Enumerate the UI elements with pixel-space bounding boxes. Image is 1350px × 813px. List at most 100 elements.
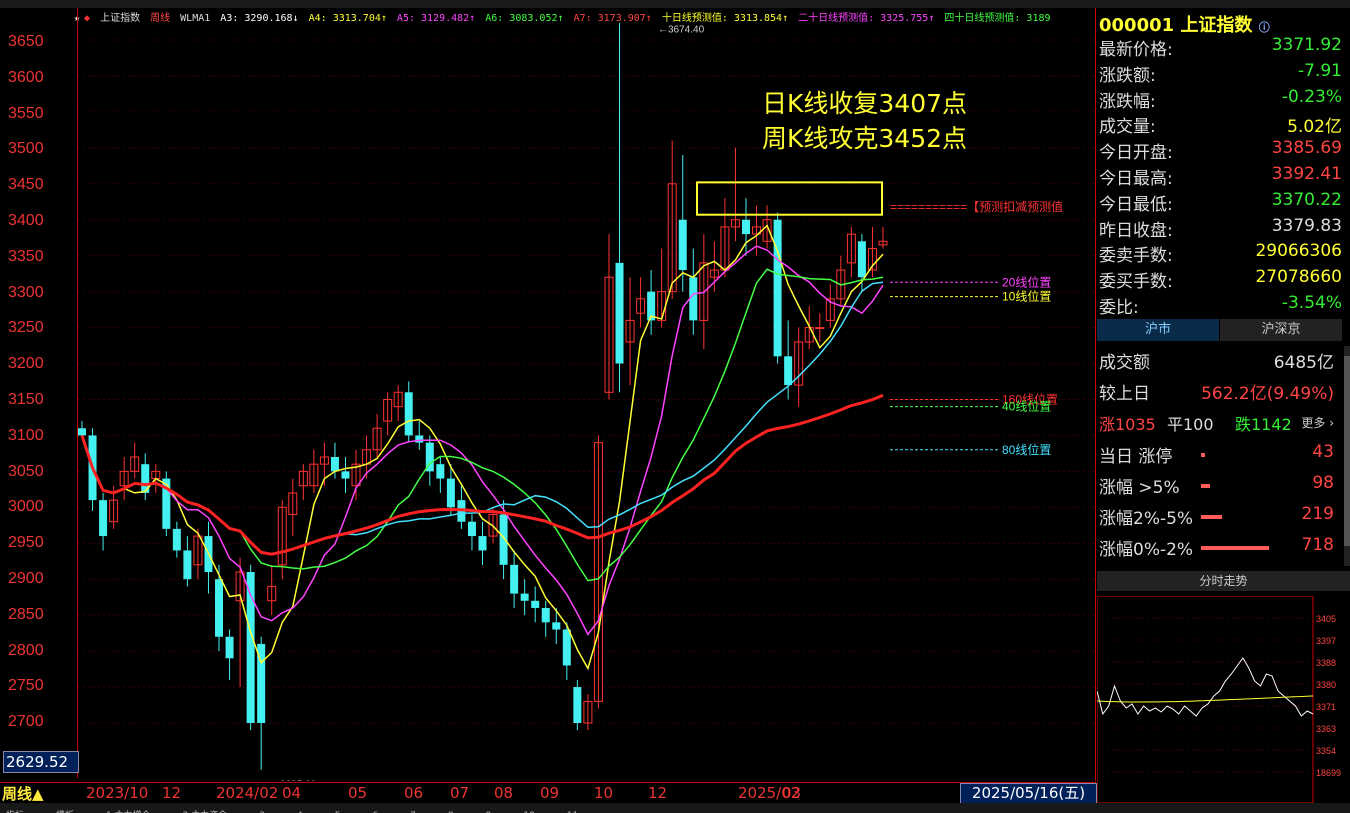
candle-body (78, 428, 86, 436)
stat-label: 涨幅0%-2% (1099, 540, 1194, 560)
quote-value: 3385.69 (1271, 138, 1342, 159)
minute-chart-title[interactable]: 分时走势 (1097, 571, 1350, 591)
quote-label: 最新价格: (1099, 40, 1173, 60)
period-selector[interactable]: 周线▲ (2, 783, 44, 804)
price-axis: 3650 3600 3550 3500 3450 3400 3350 3300 3250 3200… (0, 8, 78, 778)
x-tick-label: 07 (450, 784, 470, 802)
stat-value: 219 (1301, 504, 1334, 524)
top-tab-strip[interactable]: 分时指数创业沪深个股板块指数全部股票自选股关注热点板块行情期货 (0, 0, 1350, 8)
y-tick-label: 2750 (8, 677, 44, 695)
y-tick-label: 2850 (8, 605, 44, 623)
y-tick-label: 2900 (8, 570, 44, 587)
indicator-legend: ★ ◆ 上证指数 周线 WLMA1 A3: 3290.168↓ A4: 3313.… (74, 9, 1055, 24)
quote-row: 今日开盘: 3385.69 (1097, 138, 1342, 164)
candle-body (784, 356, 793, 386)
minute-label: 3380 (1316, 680, 1336, 690)
candle-body (330, 456, 339, 472)
annotation-line1: 日K线收复3407点 (762, 89, 968, 118)
tab-sh[interactable]: 沪市 (1097, 319, 1219, 341)
candle-body (541, 607, 550, 623)
info-icon[interactable]: ⓘ (1259, 21, 1270, 34)
minute-label: 18699 (1316, 768, 1341, 778)
candle-body (478, 536, 487, 551)
candle-body (183, 550, 192, 580)
candle-body (499, 514, 508, 565)
flag-icon[interactable]: ◆ (84, 13, 90, 24)
stat-label: 涨幅2%-5% (1099, 509, 1194, 529)
y-tick-label: 2700 (8, 713, 44, 731)
minute-frame (1096, 595, 1314, 804)
y-tick-label: 3400 (8, 212, 44, 229)
quote-header: 000001 上证指数 ⓘ (1099, 11, 1270, 37)
quote-value: 27078660 (1255, 267, 1342, 288)
x-tick-label: 2023/10 (86, 784, 149, 802)
stat-value: 98 (1312, 473, 1334, 493)
quote-row: 昨日收盘: 3379.83 (1097, 216, 1342, 242)
low-label: ←2635.09 (270, 780, 317, 781)
stat-row: 涨幅0%-2% 718 (1097, 535, 1342, 563)
minute-chart[interactable]: 3405 3397 3388 3380 3371 3363 3354 18699 (1096, 595, 1350, 804)
y-tick-label: 3650 (8, 33, 44, 50)
vs-prev-row: 较上日 562.2亿(9.49%) (1097, 379, 1342, 407)
candle-body (773, 219, 782, 357)
minute-price-line (1096, 657, 1314, 717)
quote-value: -3.54% (1281, 293, 1342, 313)
stat-label: 涨幅 >5% (1099, 478, 1180, 498)
stock-code: 000001 (1099, 15, 1175, 36)
candle-body (415, 435, 424, 443)
down-count: 跌1142 (1235, 415, 1292, 434)
legend-ma10: 十日线预测值: 3313.854↑ (661, 13, 789, 24)
stat-label: 当日 涨停 (1099, 447, 1173, 467)
quote-value: 3392.41 (1271, 164, 1342, 184)
quote-row: 委卖手数: 29066306 (1097, 241, 1342, 267)
legend-period: 周线 (150, 13, 171, 24)
quote-row: 今日最高: 3392.41 (1097, 164, 1342, 190)
x-tick-label: 05 (348, 784, 368, 802)
legend-a3: A3: 3290.168↓ (220, 13, 299, 24)
legend-ma20: 二十日线预测值: 3325.755↑ (798, 13, 935, 24)
axis-min-value: 2629.52 (3, 751, 79, 773)
candle-body (467, 521, 476, 537)
turnover-label: 成交额 (1099, 353, 1150, 373)
quote-row: 最新价格: 3371.92 (1097, 35, 1342, 61)
legend-index: 上证指数 (100, 13, 141, 24)
tab-shsz[interactable]: 沪深京 (1220, 319, 1342, 341)
quote-label: 成交量: (1099, 117, 1156, 138)
candle-body (520, 593, 529, 601)
stat-bar (1201, 515, 1222, 519)
quote-row: 委买手数: 27078660 (1097, 267, 1342, 293)
ma20-position-label: 20线位置 (1002, 274, 1051, 289)
candle-body (436, 464, 445, 479)
y-tick-label: 2800 (8, 641, 44, 659)
minute-label: 3371 (1316, 702, 1336, 712)
candle-body (404, 392, 413, 436)
quote-label: 今日开盘: (1099, 143, 1173, 164)
quote-label: 涨跌幅: (1099, 91, 1156, 112)
stat-bar (1201, 484, 1210, 488)
x-tick-label: 12 (162, 784, 182, 802)
candle-body (531, 600, 540, 608)
stat-value: 43 (1312, 442, 1334, 462)
y-tick-label: 3000 (8, 498, 44, 516)
current-date: 2025/05/16(五) (960, 783, 1097, 804)
quote-row: 委比: -3.54% (1097, 293, 1342, 319)
quote-label: 委买手数: (1099, 272, 1173, 293)
x-tick-label: 09 (540, 784, 560, 802)
x-tick-label: 03 (782, 784, 802, 802)
quote-row: 今日最低: 3370.22 (1097, 190, 1342, 216)
scrollbar-thumb[interactable] (1344, 356, 1350, 546)
minute-label: 3354 (1316, 746, 1336, 756)
quote-row: 涨跌额: -7.91 (1097, 61, 1342, 87)
bottom-indicator-tabs[interactable]: 指标模板1 主力增仓2 主力资金34567891011 (0, 803, 1350, 813)
minute-label: 3405 (1316, 614, 1336, 624)
stat-row: 涨幅 >5% 98 (1097, 473, 1342, 501)
more-link[interactable]: 更多 › (1301, 414, 1334, 431)
minute-label: 3363 (1316, 724, 1336, 734)
y-tick-label: 2950 (8, 534, 44, 552)
date-axis: 2023/10 12 2024/02 04 05 06 07 08 09 10 12 2025/02 0… (0, 782, 1096, 804)
panel-scrollbar[interactable] (1344, 346, 1350, 566)
stat-bar (1201, 453, 1205, 457)
quote-label: 今日最低: (1099, 194, 1173, 215)
quote-value: 3370.22 (1271, 189, 1342, 210)
annotation-line2: 周K线攻克3452点 (762, 124, 968, 153)
